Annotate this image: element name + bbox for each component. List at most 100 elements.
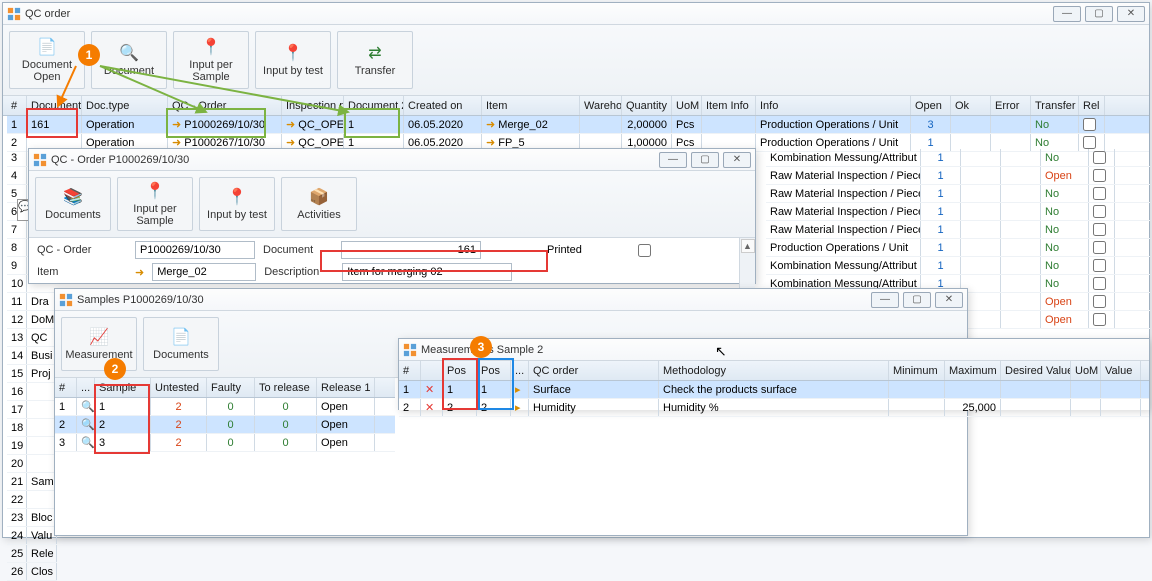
table-row[interactable]: Production Operations / Unit1No bbox=[766, 239, 1150, 257]
badge-2: 2 bbox=[104, 358, 126, 380]
minimize-button[interactable]: — bbox=[659, 152, 687, 168]
rel-checkbox[interactable] bbox=[1093, 277, 1106, 290]
col-qcorder[interactable]: QC - Order bbox=[168, 96, 282, 115]
col-rel[interactable]: Rel bbox=[1079, 96, 1105, 115]
document-input[interactable] bbox=[341, 241, 481, 259]
table-row[interactable]: Kombination Messung/Attribut (rel1No bbox=[766, 149, 1150, 167]
col-document2[interactable]: Document 2 bbox=[344, 96, 404, 115]
x-icon[interactable]: ✕ bbox=[421, 399, 443, 416]
col-uom[interactable]: UoM bbox=[672, 96, 702, 115]
rel-checkbox[interactable] bbox=[1093, 151, 1106, 164]
rel-checkbox[interactable] bbox=[1093, 313, 1106, 326]
table-row[interactable]: 2 🔍 2 2 0 0 Open bbox=[55, 416, 395, 434]
table-row[interactable]: Raw Material Inspection / Pieces1No bbox=[766, 221, 1150, 239]
col-error[interactable]: Error bbox=[991, 96, 1031, 115]
item-input[interactable] bbox=[152, 263, 256, 281]
col-inspection[interactable]: Inspection p bbox=[282, 96, 344, 115]
transfer-icon: ⇄ bbox=[365, 43, 385, 63]
col-warehouse[interactable]: Warehouse bbox=[580, 96, 622, 115]
detail-icon[interactable]: ▸ bbox=[511, 399, 529, 416]
col-item[interactable]: Item bbox=[482, 96, 580, 115]
input-per-sample-button[interactable]: 📍Input per Sample bbox=[117, 177, 193, 231]
table-row[interactable]: 1 ✕ 1 1 ▸ Surface Check the products sur… bbox=[399, 381, 1149, 399]
description-label: Description bbox=[264, 266, 334, 278]
box-icon: 📦 bbox=[309, 187, 329, 207]
col-doctype[interactable]: Doc.type bbox=[82, 96, 168, 115]
rel-checkbox[interactable] bbox=[1093, 223, 1106, 236]
document-icon: 📄 bbox=[171, 327, 191, 347]
main-grid-header: # Document Doc.type QC - Order Inspectio… bbox=[3, 96, 1149, 116]
arrow-icon: ➜ bbox=[135, 266, 144, 279]
item-label: Item bbox=[37, 266, 127, 278]
qc-order-detail-window: QC - Order P1000269/10/30 — ▢ ✕ 📚Documen… bbox=[28, 148, 756, 284]
col-qty[interactable]: Quantity bbox=[622, 96, 672, 115]
table-row[interactable]: 3 🔍 3 2 0 0 Open bbox=[55, 434, 395, 452]
col-document[interactable]: Document bbox=[27, 96, 82, 115]
rel-checkbox[interactable] bbox=[1093, 259, 1106, 272]
rel-checkbox[interactable] bbox=[1083, 136, 1096, 149]
rel-checkbox[interactable] bbox=[1083, 118, 1096, 131]
table-row[interactable]: Raw Material Inspection / Pieces1No bbox=[766, 185, 1150, 203]
table-row[interactable]: Raw Material Inspection / Pieces1Open bbox=[766, 167, 1150, 185]
detail-icon[interactable]: 🔍 bbox=[77, 434, 95, 451]
col-transfer[interactable]: Transfer bbox=[1031, 96, 1079, 115]
window-title: QC order bbox=[25, 8, 1053, 20]
rel-checkbox[interactable] bbox=[1093, 169, 1106, 182]
maximize-button[interactable]: ▢ bbox=[691, 152, 719, 168]
window-title: Samples P1000269/10/30 bbox=[77, 294, 871, 306]
app-icon bbox=[403, 343, 417, 357]
detail-icon[interactable]: 🔍 bbox=[77, 398, 95, 415]
qc-order-input[interactable] bbox=[135, 241, 255, 259]
table-row[interactable]: 1 🔍 1 2 0 0 Open bbox=[55, 398, 395, 416]
col-num[interactable]: # bbox=[7, 96, 27, 115]
description-input[interactable] bbox=[342, 263, 512, 281]
document-icon: 🔍 bbox=[119, 43, 139, 63]
input-by-test-button[interactable]: 📍Input by test bbox=[255, 31, 331, 89]
close-button[interactable]: ✕ bbox=[723, 152, 751, 168]
pin-icon: 📍 bbox=[283, 43, 303, 63]
table-row[interactable]: 2 ✕ 2 2 ▸ Humidity Humidity % 25,000 bbox=[399, 399, 1149, 417]
printed-checkbox[interactable] bbox=[638, 244, 651, 257]
col-ok[interactable]: Ok bbox=[951, 96, 991, 115]
scroll-up-button[interactable]: ▲ bbox=[741, 239, 755, 253]
badge-1: 1 bbox=[78, 44, 100, 66]
documents-button[interactable]: 📄Documents bbox=[143, 317, 219, 371]
pin-icon: 📍 bbox=[227, 187, 247, 207]
col-iteminfo[interactable]: Item Info bbox=[702, 96, 756, 115]
col-open[interactable]: Open bbox=[911, 96, 951, 115]
close-button[interactable]: ✕ bbox=[935, 292, 963, 308]
input-per-sample-button[interactable]: 📍Input per Sample bbox=[173, 31, 249, 89]
close-button[interactable]: ✕ bbox=[1117, 6, 1145, 22]
documents-button[interactable]: 📚Documents bbox=[35, 177, 111, 231]
document-open-button[interactable]: 📄Document Open bbox=[9, 31, 85, 89]
maximize-button[interactable]: ▢ bbox=[1085, 6, 1113, 22]
input-by-test-button[interactable]: 📍Input by test bbox=[199, 177, 275, 231]
minimize-button[interactable]: — bbox=[1053, 6, 1081, 22]
table-row[interactable]: Raw Material Inspection / Pieces1No bbox=[766, 203, 1150, 221]
rel-checkbox[interactable] bbox=[1093, 205, 1106, 218]
detail-icon[interactable]: ▸ bbox=[511, 381, 529, 398]
document-open-icon: 📄 bbox=[37, 37, 57, 57]
main-toolbar: 📄Document Open 🔍Document 📍Input per Samp… bbox=[3, 25, 1149, 96]
activities-button[interactable]: 📦Activities bbox=[281, 177, 357, 231]
x-icon[interactable]: ✕ bbox=[421, 381, 443, 398]
col-info[interactable]: Info bbox=[756, 96, 911, 115]
table-row[interactable]: Kombination Messung/Attribut (rel1No bbox=[766, 257, 1150, 275]
titlebar: QC order — ▢ ✕ bbox=[3, 3, 1149, 25]
app-icon bbox=[7, 7, 21, 21]
maximize-button[interactable]: ▢ bbox=[903, 292, 931, 308]
transfer-button[interactable]: ⇄Transfer bbox=[337, 31, 413, 89]
document-label: Document bbox=[263, 244, 333, 256]
detail-icon[interactable]: 🔍 bbox=[77, 416, 95, 433]
minimize-button[interactable]: — bbox=[871, 292, 899, 308]
col-createdon[interactable]: Created on bbox=[404, 96, 482, 115]
arrow-icon: ➜ bbox=[486, 118, 495, 131]
rel-checkbox[interactable] bbox=[1093, 241, 1106, 254]
pin-icon: 📍 bbox=[145, 181, 165, 201]
measurement-button[interactable]: 📈Measurement bbox=[61, 317, 137, 371]
document-button[interactable]: 🔍Document bbox=[91, 31, 167, 89]
table-row[interactable]: 1 161 Operation ➜ P1000269/10/30 ➜ QC_OP… bbox=[7, 116, 1149, 134]
rel-checkbox[interactable] bbox=[1093, 187, 1106, 200]
rel-checkbox[interactable] bbox=[1093, 295, 1106, 308]
main-grid-body: 1 161 Operation ➜ P1000269/10/30 ➜ QC_OP… bbox=[3, 116, 1149, 152]
